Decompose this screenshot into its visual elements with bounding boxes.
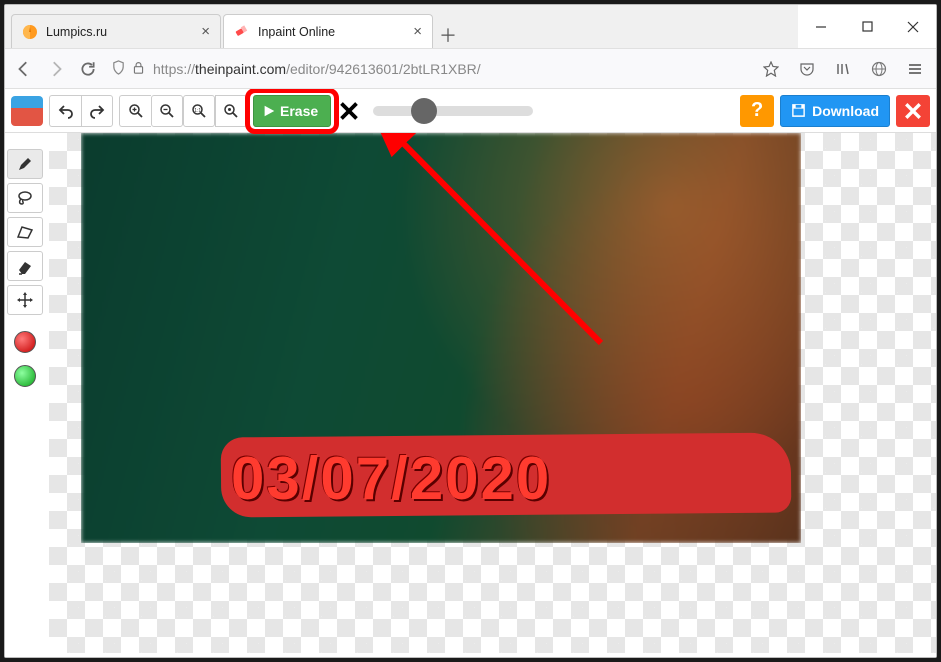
mask-color-remove[interactable] xyxy=(7,327,43,357)
zoom-out-button[interactable] xyxy=(151,95,183,127)
watermark-date-text: 03/07/2020 xyxy=(231,444,551,513)
menu-icon[interactable] xyxy=(904,61,926,77)
favicon-inpaint xyxy=(234,24,250,40)
url-display[interactable]: https://theinpaint.com/editor/942613601/… xyxy=(111,60,746,78)
slider-knob[interactable] xyxy=(411,98,437,124)
minimize-button[interactable] xyxy=(798,5,844,49)
close-icon[interactable]: × xyxy=(201,23,210,40)
zoom-actual-button[interactable]: 1:1 xyxy=(183,95,215,127)
canvas-area[interactable]: 03/07/2020 xyxy=(49,133,936,653)
mask-color-keep[interactable] xyxy=(7,361,43,391)
tab-title: Inpaint Online xyxy=(258,25,335,39)
url-prefix: https:// xyxy=(153,61,195,77)
erase-label: Erase xyxy=(280,103,318,119)
url-domain: theinpaint.com xyxy=(195,61,286,77)
new-tab-button[interactable]: ＋ xyxy=(433,22,463,48)
close-icon[interactable]: × xyxy=(413,23,422,40)
lasso-tool[interactable] xyxy=(7,183,43,213)
browser-tabs: Lumpics.ru × Inpaint Online × ＋ xyxy=(5,5,798,48)
globe-icon[interactable] xyxy=(868,61,890,77)
reload-button[interactable] xyxy=(79,60,97,78)
tab-lumpics[interactable]: Lumpics.ru × xyxy=(11,14,221,48)
forward-button[interactable] xyxy=(47,60,65,78)
eraser-tool[interactable] xyxy=(7,251,43,281)
maximize-button[interactable] xyxy=(844,5,890,49)
window-controls xyxy=(798,5,936,48)
address-bar: https://theinpaint.com/editor/942613601/… xyxy=(5,49,936,89)
move-tool[interactable] xyxy=(7,285,43,315)
favicon-lumpics xyxy=(22,24,38,40)
close-editor-button[interactable] xyxy=(896,95,930,127)
zoom-in-button[interactable] xyxy=(119,95,151,127)
redo-button[interactable] xyxy=(81,95,113,127)
shield-icon xyxy=(111,60,126,78)
download-label: Download xyxy=(812,103,879,119)
editor-toolbar: 1:1 Erase ? Download xyxy=(5,89,936,133)
titlebar: Lumpics.ru × Inpaint Online × ＋ xyxy=(5,5,936,49)
help-button[interactable]: ? xyxy=(740,95,774,127)
marker-tool[interactable] xyxy=(7,149,43,179)
undo-button[interactable] xyxy=(49,95,81,127)
cancel-mask-button[interactable] xyxy=(337,95,361,127)
tab-inpaint[interactable]: Inpaint Online × xyxy=(223,14,433,48)
zoom-fit-button[interactable] xyxy=(215,95,247,127)
back-button[interactable] xyxy=(15,60,33,78)
pocket-icon[interactable] xyxy=(796,61,818,77)
brush-size-slider[interactable] xyxy=(373,106,533,116)
polygon-tool[interactable] xyxy=(7,217,43,247)
browser-window: Lumpics.ru × Inpaint Online × ＋ https://… xyxy=(4,4,937,658)
editor-app: 1:1 Erase ? Download xyxy=(5,89,936,657)
svg-text:1:1: 1:1 xyxy=(194,108,201,114)
library-icon[interactable] xyxy=(832,61,854,77)
erase-button[interactable]: Erase xyxy=(253,95,331,127)
url-path: /editor/942613601/2btLR1XBR/ xyxy=(286,61,481,77)
download-button[interactable]: Download xyxy=(780,95,890,127)
app-logo[interactable] xyxy=(11,96,43,126)
bookmark-icon[interactable] xyxy=(760,61,782,77)
tab-title: Lumpics.ru xyxy=(46,25,107,39)
close-window-button[interactable] xyxy=(890,5,936,49)
side-tools xyxy=(7,149,47,391)
editing-image[interactable]: 03/07/2020 xyxy=(81,133,801,543)
lock-icon xyxy=(132,61,145,77)
erase-highlight: Erase xyxy=(253,95,331,127)
